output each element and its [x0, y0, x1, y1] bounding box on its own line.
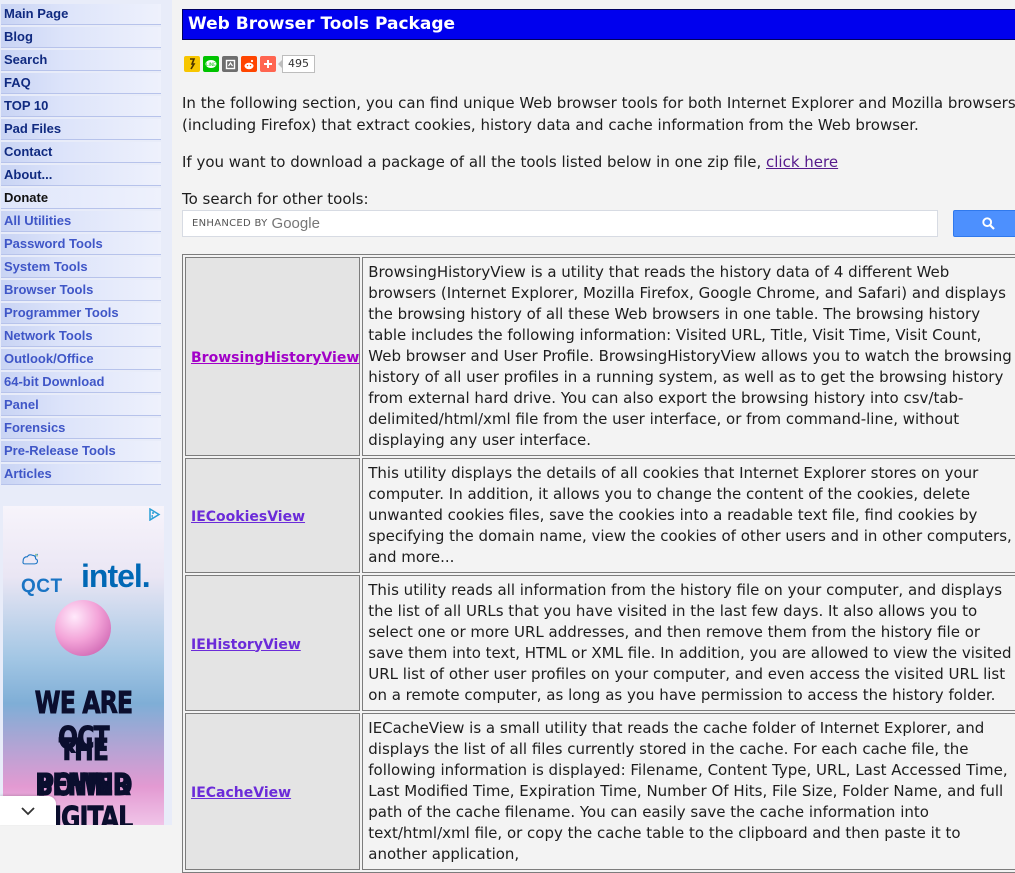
tool-description: BrowsingHistoryView is a utility that re… [362, 257, 1015, 456]
sidebar-item-64-bit-download[interactable]: 64-bit Download [1, 372, 161, 393]
search-button[interactable] [953, 210, 1015, 237]
table-row: IECookiesView This utility displays the d… [185, 458, 1015, 573]
sidebar-item-forensics[interactable]: Forensics [1, 418, 161, 439]
tool-link-iecacheview[interactable]: IECacheView [191, 785, 291, 801]
sidebar-item-system-tools[interactable]: System Tools [1, 257, 161, 278]
sidebar-item-browser-tools[interactable]: Browser Tools [1, 280, 161, 301]
search-branding-prefix: ENHANCED BY [192, 218, 268, 229]
advertisement[interactable]: QCT intel. WE ARE QCT THE POWER BEHIND D… [3, 506, 164, 825]
page-title: Web Browser Tools Package [182, 9, 1015, 40]
table-row: IECacheView IECacheView is a small utilit… [185, 713, 1015, 870]
ad-brand-qct: QCT [21, 576, 63, 597]
sidebar-item-articles[interactable]: Articles [1, 464, 161, 485]
sidebar-item-main-page[interactable]: Main Page [1, 4, 161, 25]
reddit-icon[interactable] [241, 56, 257, 72]
search-branding-google: Google [271, 215, 320, 232]
sidebar-item-blog[interactable]: Blog [1, 27, 161, 48]
download-paragraph: If you want to download a package of all… [182, 152, 1015, 174]
google-search-box[interactable]: ENHANCED BY Google [182, 210, 938, 237]
search-input[interactable] [319, 210, 937, 237]
tool-name-cell: IECookiesView [185, 458, 361, 573]
intro-text: In the following section, you can find u… [182, 94, 1015, 134]
main-content: Web Browser Tools Package LINE 495 In th… [182, 0, 1015, 873]
sidebar-item-all-utilities[interactable]: All Utilities [1, 211, 161, 232]
tool-link-browsinghistoryview[interactable]: BrowsingHistoryView [191, 350, 359, 366]
svg-text:LINE: LINE [206, 62, 216, 68]
share-count: 495 [278, 55, 315, 73]
tool-name-cell: IECacheView [185, 713, 361, 870]
tool-link-iehistoryview[interactable]: IEHistoryView [191, 637, 301, 653]
download-package-link[interactable]: click here [766, 153, 838, 171]
qct-logo-icon [22, 553, 39, 565]
sidebar-item-pre-release-tools[interactable]: Pre-Release Tools [1, 441, 161, 462]
kakaostory-icon[interactable] [184, 56, 200, 72]
sidebar-item-search[interactable]: Search [1, 50, 161, 71]
ad-decorative-sphere [55, 600, 111, 656]
sidebar-menu: Main Page Blog Search FAQ TOP 10 Pad Files Con… [1, 4, 161, 487]
line-icon[interactable]: LINE [203, 56, 219, 72]
tool-description: This utility reads all information from … [362, 575, 1015, 711]
sidebar-item-pad-files[interactable]: Pad Files [1, 119, 161, 140]
more-share-icon[interactable] [260, 56, 276, 72]
share-bar: LINE 495 [184, 55, 315, 73]
sidebar-item-network-tools[interactable]: Network Tools [1, 326, 161, 347]
tool-name-cell: IEHistoryView [185, 575, 361, 711]
tool-link-iecookiesview[interactable]: IECookiesView [191, 509, 305, 525]
sidebar-item-programmer-tools[interactable]: Programmer Tools [1, 303, 161, 324]
sidebar-item-top-10[interactable]: TOP 10 [1, 96, 161, 117]
sidebar-item-outlook-office[interactable]: Outlook/Office [1, 349, 161, 370]
adchoices-icon[interactable] [148, 508, 161, 521]
sidebar-item-panel[interactable]: Panel [1, 395, 161, 416]
sidebar-item-about[interactable]: About... [1, 165, 161, 186]
tool-description: IECacheView is a small utility that read… [362, 713, 1015, 870]
table-row: BrowsingHistoryView BrowsingHistoryView i… [185, 257, 1015, 456]
band-icon[interactable] [222, 56, 238, 72]
search-icon [981, 217, 995, 230]
tool-description: This utility displays the details of all… [362, 458, 1015, 573]
sidebar: Main Page Blog Search FAQ TOP 10 Pad Files Con… [0, 0, 172, 825]
chevron-down-icon [21, 806, 35, 815]
table-row: IEHistoryView This utility reads all info… [185, 575, 1015, 711]
search-label: To search for other tools: [182, 190, 369, 208]
ad-brand-intel: intel. [81, 558, 151, 594]
sidebar-item-faq[interactable]: FAQ [1, 73, 161, 94]
download-text: If you want to download a package of all… [182, 153, 767, 171]
tool-name-cell: BrowsingHistoryView [185, 257, 361, 456]
sidebar-item-password-tools[interactable]: Password Tools [1, 234, 161, 255]
ad-collapse-button[interactable] [0, 796, 56, 825]
tools-table-container: BrowsingHistoryView BrowsingHistoryView i… [182, 254, 1015, 873]
tools-table: BrowsingHistoryView BrowsingHistoryView i… [182, 254, 1015, 873]
sidebar-item-donate[interactable]: Donate [1, 188, 161, 209]
sidebar-item-contact[interactable]: Contact [1, 142, 161, 163]
